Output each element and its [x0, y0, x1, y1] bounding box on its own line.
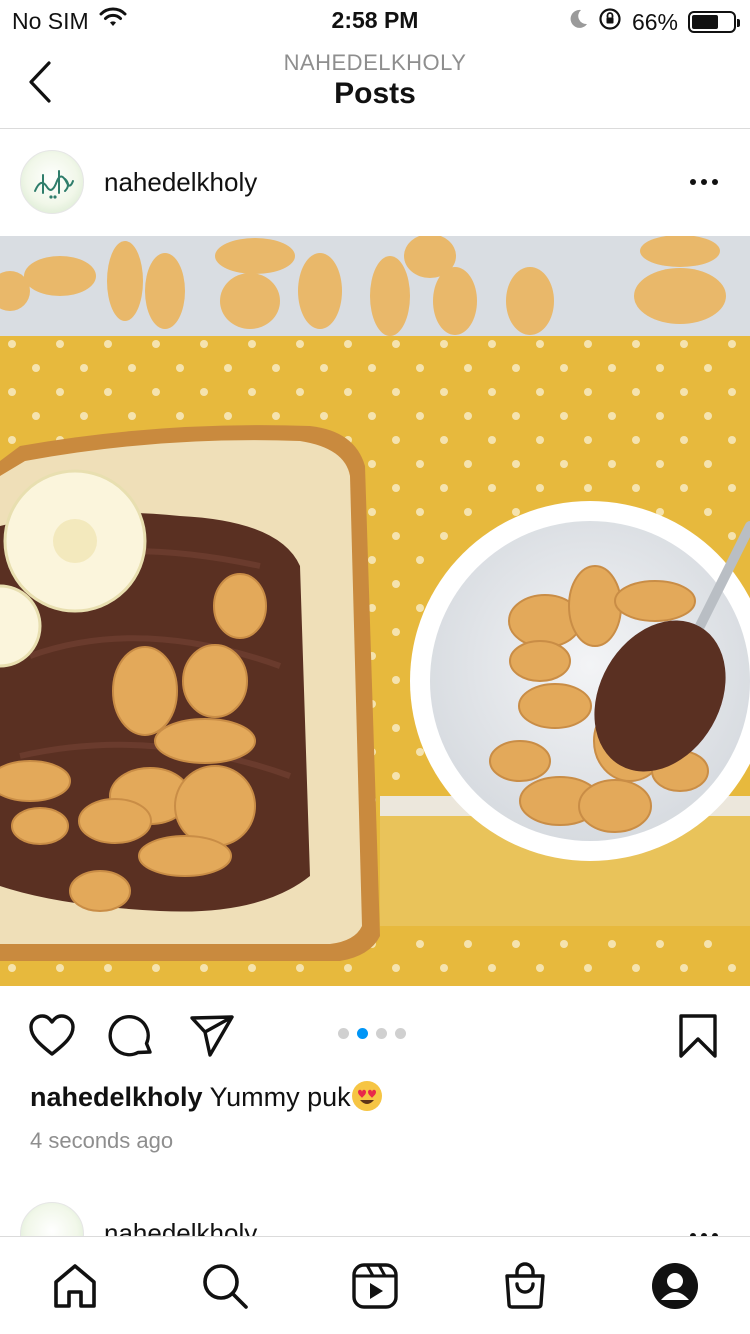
next-post-header: nahedelkholy [0, 1200, 750, 1236]
bookmark-icon[interactable] [674, 1012, 722, 1060]
caption-username[interactable]: nahedelkholy [30, 1082, 203, 1112]
post-photo[interactable] [0, 236, 750, 986]
post-username[interactable]: nahedelkholy [104, 1218, 257, 1236]
battery-fill [692, 15, 718, 29]
post-username[interactable]: nahedelkholy [104, 167, 257, 198]
carousel-dot [357, 1028, 368, 1039]
search-icon[interactable] [200, 1261, 250, 1311]
heart-icon[interactable] [28, 1012, 76, 1060]
carousel-indicator [338, 1028, 406, 1039]
orientation-lock-icon [598, 7, 622, 37]
nav-subtitle: NAHEDELKHOLY [283, 50, 467, 75]
reels-icon[interactable] [350, 1261, 400, 1311]
more-options-button[interactable] [690, 1224, 722, 1236]
caption-text: Yummy puk [209, 1082, 351, 1112]
carousel-dot [338, 1028, 349, 1039]
page-title: Posts [334, 77, 416, 110]
home-icon[interactable] [50, 1261, 100, 1311]
profile-icon[interactable] [650, 1261, 700, 1311]
more-options-button[interactable] [690, 170, 722, 194]
heart-eyes-emoji [351, 1080, 383, 1112]
shop-icon[interactable] [500, 1261, 550, 1311]
battery-nub [737, 19, 740, 27]
post-actions [0, 986, 750, 1082]
post-caption: nahedelkholy Yummy puk [30, 1080, 383, 1113]
more-dot [712, 179, 718, 185]
more-horizontal-icon [690, 179, 696, 185]
share-icon[interactable] [188, 1012, 236, 1060]
nav-header: NAHEDELKHOLY Posts [0, 40, 750, 129]
carousel-dot [395, 1028, 406, 1039]
carousel-dot [376, 1028, 387, 1039]
tab-bar [0, 1236, 750, 1334]
battery-icon [688, 11, 740, 33]
avatar[interactable] [20, 150, 84, 214]
avatar-calligraphy-logo [34, 170, 74, 199]
post-timestamp: 4 seconds ago [30, 1128, 174, 1153]
moon-icon [568, 8, 588, 36]
comment-icon[interactable] [108, 1012, 156, 1060]
post-photo-art [0, 236, 750, 986]
status-right: 66% [568, 7, 740, 37]
post-header: nahedelkholy [0, 130, 750, 236]
avatar[interactable] [20, 1202, 84, 1236]
status-bar: No SIM 2:58 PM 66% [0, 0, 750, 40]
more-dot [701, 179, 707, 185]
battery-percent: 66% [631, 8, 678, 35]
